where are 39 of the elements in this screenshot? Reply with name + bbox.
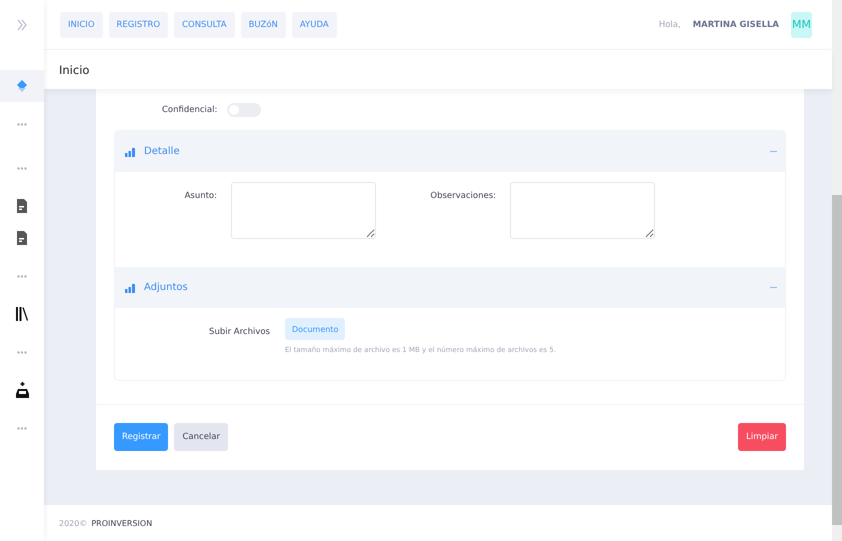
bar-chart-icon <box>125 146 136 156</box>
layers-icon[interactable] <box>17 80 27 92</box>
scrollbar[interactable] <box>832 0 842 541</box>
document-icon[interactable] <box>17 231 27 245</box>
clear-button[interactable]: Limpiar <box>738 423 786 451</box>
user-avatar[interactable]: MM <box>791 12 812 38</box>
expand-icon[interactable] <box>17 19 27 31</box>
more-icon[interactable] <box>17 274 27 278</box>
nav-button[interactable]: CONSULTA <box>174 12 235 38</box>
section-header[interactable]: Detalle <box>115 131 785 172</box>
company-name: PROINVERSION <box>91 518 152 528</box>
page-title: Inicio <box>59 62 90 76</box>
cancel-button[interactable]: Cancelar <box>174 423 228 451</box>
user-name: MARTINA GISELLA <box>692 20 779 30</box>
inbox-icon[interactable] <box>16 382 28 398</box>
document-icon[interactable] <box>17 199 27 213</box>
nav-button[interactable]: REGISTRO <box>108 12 168 38</box>
more-icon[interactable] <box>17 426 27 430</box>
text-area[interactable] <box>510 182 655 239</box>
nav-button[interactable]: BUZóN <box>240 12 286 38</box>
greeting: Hola, <box>658 20 681 30</box>
more-icon[interactable] <box>17 166 27 170</box>
text-area[interactable] <box>231 182 376 239</box>
field-label: Asunto: <box>184 190 217 201</box>
bar-chart-icon <box>125 282 136 292</box>
upload-button[interactable]: Documento <box>285 318 346 340</box>
field-label: Confidencial: <box>162 104 218 114</box>
nav-button[interactable]: AYUDA <box>292 12 337 38</box>
nav-button[interactable]: INICIO <box>60 12 103 38</box>
field-label: Observaciones: <box>429 190 496 201</box>
section-title: Detalle <box>144 146 180 157</box>
field-label: Subir Archivos <box>208 326 270 339</box>
section-header[interactable]: Adjuntos <box>115 267 785 308</box>
books-icon[interactable] <box>16 307 28 321</box>
copyright-year: 2020© <box>59 518 88 528</box>
more-icon[interactable] <box>17 122 27 126</box>
section-title: Adjuntos <box>144 282 188 293</box>
submit-button[interactable]: Registrar <box>114 423 168 451</box>
more-icon[interactable] <box>17 350 27 354</box>
